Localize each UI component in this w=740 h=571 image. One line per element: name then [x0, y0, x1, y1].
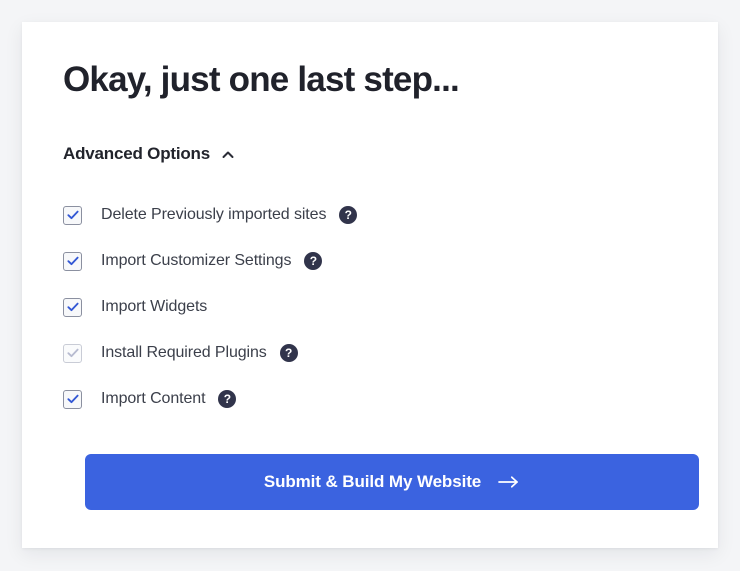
help-icon[interactable]: ?	[218, 390, 237, 408]
submit-button-label: Submit & Build My Website	[263, 472, 482, 491]
option-row-import-widgets[interactable]: Import Widgets	[63, 284, 623, 330]
option-label: Install Required Plugins	[101, 344, 267, 361]
advanced-options-list: Delete Previously imported sites ? Impor…	[63, 192, 623, 422]
option-row-import-customizer-settings[interactable]: Import Customizer Settings ?	[63, 238, 623, 284]
checkbox-import-content[interactable]	[63, 389, 82, 409]
option-row-import-content[interactable]: Import Content ?	[63, 376, 623, 422]
checkbox-delete-previously-imported-sites[interactable]	[63, 205, 82, 225]
card-content: Okay, just one last step... Advanced Opt…	[63, 22, 718, 548]
submit-build-website-button[interactable]: Submit & Build My Website	[85, 454, 699, 510]
help-icon[interactable]: ?	[304, 252, 323, 270]
checkbox-import-customizer-settings[interactable]	[63, 251, 82, 271]
option-row-install-required-plugins[interactable]: Install Required Plugins ?	[63, 330, 623, 376]
option-label: Import Content	[101, 390, 206, 407]
option-label: Delete Previously imported sites	[101, 206, 327, 223]
checkbox-install-required-plugins	[63, 343, 82, 363]
page-root: Okay, just one last step... Advanced Opt…	[0, 0, 740, 571]
arrow-right-icon	[498, 474, 520, 490]
checkbox-import-widgets[interactable]	[63, 297, 82, 317]
chevron-up-icon[interactable]	[221, 148, 235, 162]
onboarding-card: Okay, just one last step... Advanced Opt…	[22, 22, 718, 548]
advanced-options-toggle[interactable]: Advanced Options	[63, 144, 235, 164]
help-icon[interactable]: ?	[339, 206, 358, 224]
option-row-delete-previously-imported-sites[interactable]: Delete Previously imported sites ?	[63, 192, 623, 238]
advanced-options-label: Advanced Options	[63, 144, 210, 163]
option-label: Import Widgets	[101, 298, 208, 315]
page-title: Okay, just one last step...	[63, 60, 460, 99]
help-icon[interactable]: ?	[279, 344, 298, 362]
option-label: Import Customizer Settings	[101, 252, 292, 269]
